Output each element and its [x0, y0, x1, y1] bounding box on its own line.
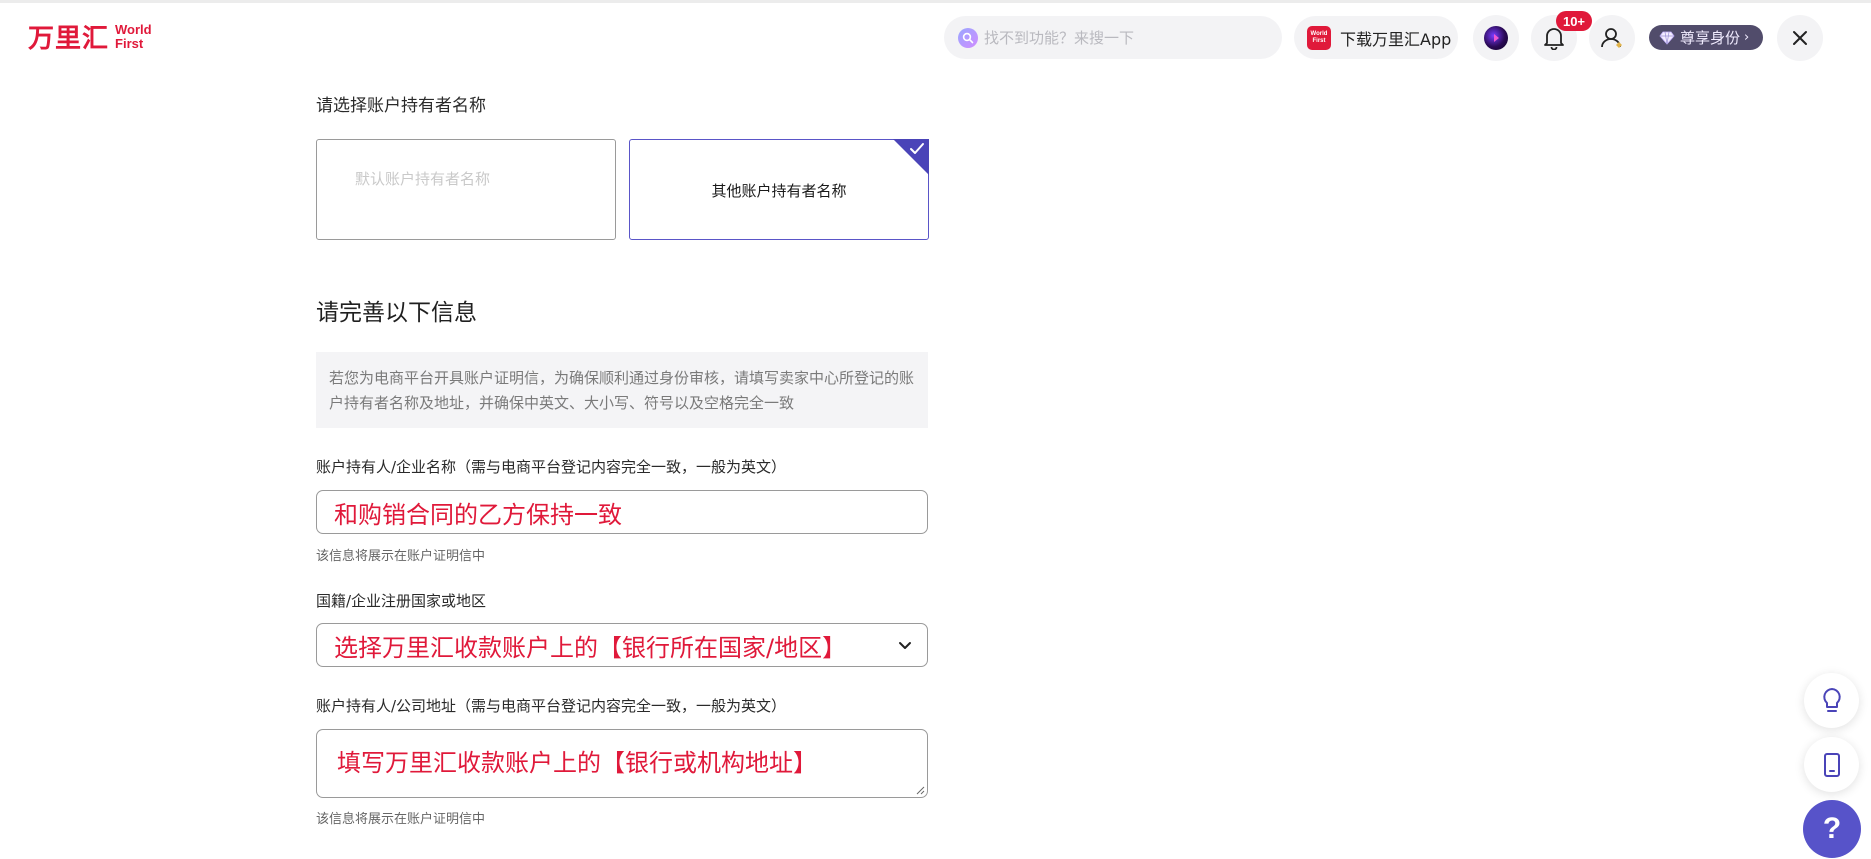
world-first-logo[interactable]: 万里汇 World First	[28, 18, 152, 55]
download-app-label: 下载万里汇App	[1340, 29, 1452, 49]
notification-count-badge: 10+	[1556, 11, 1592, 31]
chevron-down-icon	[899, 642, 911, 649]
ai-assistant-button[interactable]	[1473, 15, 1519, 61]
checkmark-icon	[910, 143, 924, 154]
address-textarea[interactable]: 填写万里汇收款账户上的【银行或机构地址】	[316, 729, 928, 798]
world-first-app-icon: World First	[1307, 25, 1331, 50]
user-profile-button[interactable]	[1589, 15, 1635, 61]
top-border	[0, 0, 1871, 3]
country-select[interactable]: 选择万里汇收款账户上的【银行所在国家/地区】	[316, 623, 928, 667]
logo-en-line2: First	[115, 35, 144, 51]
notice-box: 若您为电商平台开具账户证明信，为确保顺利通过身份审核，请填写卖家中心所登记的账户…	[316, 352, 928, 428]
country-label: 国籍/企业注册国家或地区	[316, 592, 487, 610]
help-button[interactable]: ?	[1803, 800, 1861, 858]
form-heading: 请完善以下信息	[316, 300, 477, 326]
user-avatar-icon	[1601, 28, 1622, 48]
logo-chinese-text: 万里汇	[28, 24, 110, 54]
diamond-icon	[1659, 31, 1675, 45]
download-app-button[interactable]: World First 下载万里汇App	[1294, 16, 1458, 59]
app-badge-line2: First	[1312, 37, 1326, 44]
country-select-value: 选择万里汇收款账户上的【银行所在国家/地区】	[334, 633, 847, 662]
account-holder-section-label: 请选择账户持有者名称	[316, 96, 486, 116]
other-holder-name-option[interactable]: 其他账户持有者名称	[629, 139, 929, 240]
address-value: 填写万里汇收款账户上的【银行或机构地址】	[337, 749, 817, 777]
phone-icon	[1823, 752, 1840, 777]
lightbulb-icon	[1822, 687, 1841, 712]
default-holder-name-option[interactable]: 默认账户持有者名称	[316, 139, 616, 240]
address-label: 账户持有人/公司地址（需与电商平台登记内容完全一致，一般为英文）	[316, 697, 787, 715]
holder-name-hint: 该信息将展示在账户证明信中	[316, 549, 486, 564]
holder-name-input[interactable]: 和购销合同的乙方保持一致	[316, 490, 928, 534]
search-input[interactable]	[984, 28, 1264, 47]
other-holder-name-label: 其他账户持有者名称	[711, 182, 847, 200]
close-button[interactable]	[1777, 15, 1823, 61]
ai-orb-icon	[1484, 26, 1508, 50]
mobile-button[interactable]	[1804, 737, 1859, 792]
vip-label: 尊享身份	[1680, 29, 1741, 47]
logo-english-text: World First	[115, 21, 152, 51]
app-badge-line1: World	[1310, 30, 1328, 37]
search-icon	[958, 27, 978, 48]
default-holder-name-label: 默认账户持有者名称	[355, 170, 491, 188]
chevron-right-icon: ›	[1744, 30, 1750, 45]
holder-name-label: 账户持有人/企业名称（需与电商平台登记内容完全一致，一般为英文）	[316, 458, 787, 476]
resize-handle-icon[interactable]	[915, 785, 925, 795]
search-bar[interactable]	[944, 16, 1282, 59]
tips-button[interactable]	[1804, 673, 1859, 728]
address-hint: 该信息将展示在账户证明信中	[316, 812, 486, 827]
logo-en-line1: World	[115, 21, 152, 37]
close-icon	[1793, 31, 1807, 45]
vip-status-button[interactable]: 尊享身份 ›	[1649, 25, 1763, 50]
